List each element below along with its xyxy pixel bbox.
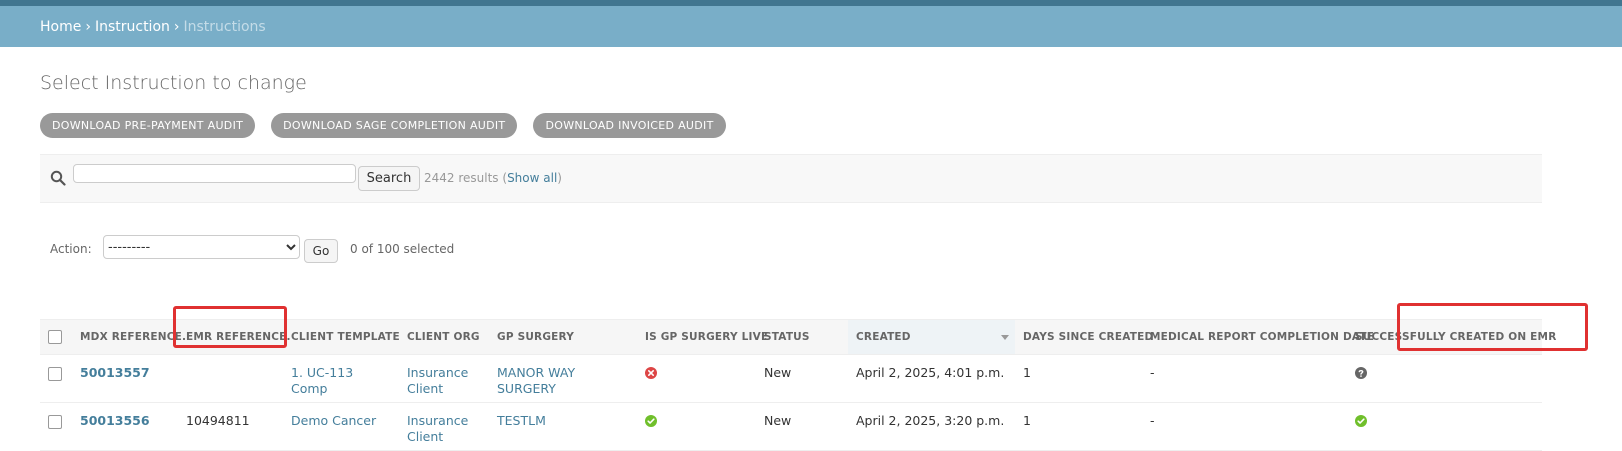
client-org-link[interactable]: Insurance Client (407, 365, 468, 396)
table-row: 50013556 10494811 Demo Cancer Insurance C… (40, 402, 1542, 451)
gp-surgery-cell: TESTLM (489, 402, 637, 451)
row-checkbox[interactable] (48, 415, 62, 429)
column-header-mdx-reference[interactable]: MDX REFERENCE. (72, 319, 186, 355)
client-org-line: Insurance (407, 365, 469, 380)
column-header-client-template[interactable]: CLIENT TEMPLATE (283, 319, 400, 355)
search-button[interactable]: Search (358, 166, 420, 191)
client-org-link[interactable]: Insurance Client (407, 413, 468, 444)
unknown-icon (1355, 367, 1367, 379)
column-header-status[interactable]: STATUS (756, 319, 848, 355)
emr-created-cell (1347, 402, 1542, 451)
column-header-created[interactable]: CREATED (848, 319, 1015, 355)
sort-descending-icon[interactable] (1001, 335, 1009, 340)
action-label: Action: (50, 242, 92, 256)
column-header-created-label: CREATED (856, 331, 911, 343)
gp-surgery-link[interactable]: TESTLM (497, 413, 546, 428)
row-checkbox[interactable] (48, 367, 62, 381)
download-invoiced-audit-button[interactable]: DOWNLOAD INVOICED AUDIT (533, 113, 726, 138)
mdx-reference-cell: 50013557 (72, 354, 178, 403)
search-input[interactable] (73, 164, 356, 183)
completion-date-cell: - (1142, 354, 1347, 403)
breadcrumb-instruction-link[interactable]: Instruction (95, 19, 170, 35)
gp-surgery-live-cell (637, 402, 756, 451)
select-all-checkbox[interactable] (48, 329, 62, 344)
row-select-cell (40, 402, 72, 451)
breadcrumb: Home › Instruction › Instructions (0, 6, 1622, 47)
created-cell: April 2, 2025, 4:01 p.m. (848, 354, 1015, 403)
mdx-reference-link[interactable]: 50013557 (80, 365, 150, 380)
search-toolbar: Search 2442 results (Show all) (40, 154, 1542, 203)
status-cell: New (756, 354, 848, 403)
emr-created-cell (1347, 354, 1542, 403)
table-row: 50013557 1. UC-113 Comp Insurance Client … (40, 354, 1542, 403)
row-select-cell (40, 354, 72, 403)
gp-surgery-link[interactable]: MANOR WAY SURGERY (497, 365, 575, 396)
client-org-cell: Insurance Client (399, 402, 489, 451)
status-cell: New (756, 402, 848, 451)
emr-reference-cell (178, 354, 283, 403)
emr-reference-cell: 10494811 (178, 402, 283, 451)
breadcrumb-separator: › (85, 18, 91, 35)
action-select[interactable]: --------- (103, 235, 300, 259)
column-header-client-org[interactable]: CLIENT ORG (399, 319, 489, 355)
breadcrumb-separator: › (173, 18, 180, 35)
object-tools: DOWNLOAD PRE-PAYMENT AUDIT DOWNLOAD SAGE… (40, 113, 726, 138)
client-template-cell: 1. UC-113 Comp (283, 354, 399, 403)
actions-bar: Action: --------- Go 0 of 100 selected (40, 233, 1542, 263)
emr-reference-highlight (173, 306, 287, 348)
client-template-link[interactable]: Demo Cancer (291, 413, 376, 428)
client-org-line: Client (407, 381, 444, 396)
yes-icon (1355, 415, 1367, 427)
emr-created-highlight (1397, 303, 1588, 351)
client-org-line: Insurance (407, 413, 469, 428)
days-since-created-cell: 1 (1015, 354, 1142, 403)
search-icon (50, 170, 66, 186)
results-count: 2442 results (424, 171, 499, 185)
select-all-cell (40, 319, 72, 355)
page-title: Select Instruction to change (40, 72, 307, 94)
created-cell: April 2, 2025, 3:20 p.m. (848, 402, 1015, 451)
mdx-reference-cell: 50013556 (72, 402, 178, 451)
gp-surgery-cell: MANOR WAY SURGERY (489, 354, 637, 403)
show-all-link[interactable]: Show all (507, 171, 557, 185)
client-org-line: Client (407, 429, 444, 444)
go-button[interactable]: Go (304, 239, 338, 263)
client-template-cell: Demo Cancer (283, 402, 399, 451)
download-sage-completion-audit-button[interactable]: DOWNLOAD SAGE COMPLETION AUDIT (271, 113, 518, 138)
mdx-reference-link[interactable]: 50013556 (80, 413, 150, 428)
completion-date-cell: - (1142, 402, 1347, 451)
download-pre-payment-audit-button[interactable]: DOWNLOAD PRE-PAYMENT AUDIT (40, 113, 256, 138)
results-summary: 2442 results (Show all) (424, 171, 562, 185)
no-icon (645, 367, 657, 379)
days-since-created-cell: 1 (1015, 402, 1142, 451)
column-header-days-since-created[interactable]: DAYS SINCE CREATED (1015, 319, 1153, 355)
column-header-medical-report-completion-date[interactable]: MEDICAL REPORT COMPLETION DATE (1142, 319, 1374, 355)
breadcrumb-home-link[interactable]: Home (40, 19, 81, 35)
selection-counter: 0 of 100 selected (350, 242, 455, 256)
column-header-gp-surgery[interactable]: GP SURGERY (489, 319, 637, 355)
column-header-is-gp-surgery-live[interactable]: IS GP SURGERY LIVE (637, 319, 768, 355)
gp-surgery-live-cell (637, 354, 756, 403)
yes-icon (645, 415, 657, 427)
client-org-cell: Insurance Client (399, 354, 489, 403)
client-template-link[interactable]: 1. UC-113 Comp (291, 365, 353, 396)
breadcrumb-current: Instructions (183, 18, 266, 35)
